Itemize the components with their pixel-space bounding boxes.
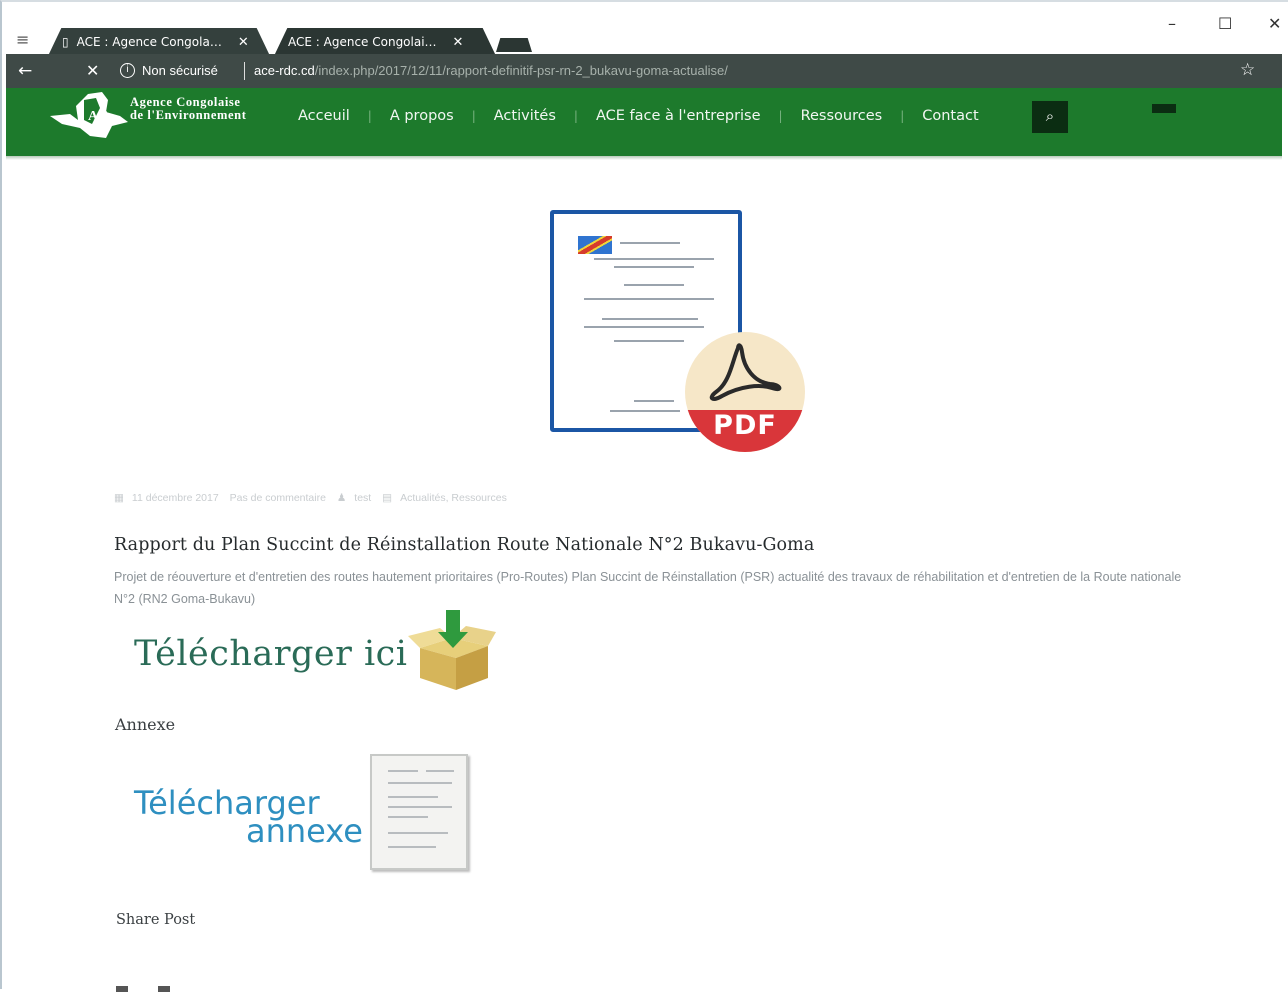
doc-line	[614, 266, 694, 268]
url-domain: ace-rdc.cd	[254, 63, 315, 78]
doc-line	[388, 806, 452, 808]
annexe-download-link-line2[interactable]: annexe	[246, 815, 363, 847]
url-field[interactable]: ace-rdc.cd/index.php/2017/12/11/rapport-…	[254, 63, 728, 78]
doc-line	[634, 400, 674, 402]
doc-line	[610, 410, 680, 412]
doc-line	[388, 770, 418, 772]
post-meta: ▦ 11 décembre 2017 Pas de commentaire ♟ te…	[114, 492, 515, 504]
nav-item-ace-entreprise[interactable]: ACE face à l'entreprise	[596, 108, 761, 124]
info-icon[interactable]: i	[120, 63, 135, 78]
doc-line	[388, 816, 428, 818]
divider	[244, 62, 245, 80]
flag-image	[578, 236, 612, 254]
post-author[interactable]: test	[354, 492, 371, 504]
main-nav: Acceuil | A propos | Activités | ACE fac…	[298, 108, 979, 124]
svg-text:AC: AC	[88, 109, 108, 124]
nav-item-ressources[interactable]: Ressources	[801, 108, 883, 124]
close-window-button[interactable]: ✕	[1268, 14, 1281, 33]
menu-icon[interactable]: ≡	[16, 30, 29, 49]
doc-line	[620, 242, 680, 244]
post-date[interactable]: 11 décembre 2017	[132, 492, 219, 504]
annexe-thumbnail[interactable]	[370, 754, 468, 870]
search-button[interactable]: ⌕	[1032, 101, 1068, 133]
post-categories[interactable]: Actualités, Ressources	[400, 492, 507, 504]
menu-toggle-button[interactable]	[1152, 104, 1176, 113]
header-shadow	[6, 156, 1282, 160]
doc-line	[602, 318, 698, 320]
tab-2-close-icon[interactable]: ✕	[453, 35, 464, 50]
tab-strip: ≡ ▯ ACE : Agence Congola… ✕ ACE : Agence…	[4, 6, 1288, 56]
tab-1[interactable]: ▯ ACE : Agence Congola… ✕	[48, 28, 270, 56]
nav-item-acceuil[interactable]: Acceuil	[298, 108, 350, 124]
back-arrow-icon[interactable]: ←	[18, 61, 32, 81]
doc-line	[388, 782, 452, 784]
nav-item-activites[interactable]: Activités	[494, 108, 556, 124]
logo-line-2: de l'Environnement	[130, 108, 247, 122]
cut-off-heading	[116, 980, 236, 992]
nav-divider: |	[471, 109, 476, 123]
doc-line	[426, 770, 454, 772]
annexe-heading: Annexe	[115, 715, 176, 734]
nav-item-a-propos[interactable]: A propos	[390, 108, 454, 124]
logo-icon[interactable]: AC	[50, 90, 128, 138]
page-icon: ▯	[62, 35, 69, 49]
nav-divider: |	[900, 109, 905, 123]
doc-line	[388, 832, 448, 834]
post-comments[interactable]: Pas de commentaire	[230, 492, 326, 504]
stop-icon[interactable]: ✕	[86, 61, 99, 80]
nav-item-contact[interactable]: Contact	[922, 108, 978, 124]
share-post-label: Share Post	[116, 912, 196, 928]
doc-line	[584, 298, 714, 300]
user-icon: ♟	[336, 492, 347, 504]
doc-line	[584, 326, 704, 328]
nav-divider: |	[367, 109, 372, 123]
post-title: Rapport du Plan Succint de Réinstallatio…	[114, 535, 815, 555]
search-icon: ⌕	[1045, 107, 1055, 125]
download-box-icon[interactable]	[406, 608, 498, 692]
tab-1-label: ACE : Agence Congola…	[76, 35, 222, 49]
calendar-icon: ▦	[114, 492, 124, 504]
tab-2[interactable]: ACE : Agence Congolai… ✕	[274, 28, 496, 56]
site-header: AC Agence Congolaise de l'Environnement …	[6, 88, 1282, 156]
maximize-button[interactable]: ☐	[1218, 14, 1232, 33]
download-link[interactable]: Télécharger ici	[134, 634, 407, 674]
folder-icon: ▤	[382, 492, 393, 504]
pdf-label: PDF	[713, 410, 777, 441]
new-tab-button[interactable]	[496, 38, 532, 52]
doc-line	[388, 846, 436, 848]
minimize-button[interactable]: –	[1168, 14, 1176, 33]
doc-line	[594, 258, 714, 260]
doc-line	[624, 284, 684, 286]
address-bar: ← ✕ i Non sécurisé ace-rdc.cd/index.php/…	[6, 54, 1282, 88]
url-path: /index.php/2017/12/11/rapport-definitif-…	[314, 63, 728, 78]
doc-line	[388, 796, 438, 798]
nav-divider: |	[573, 109, 578, 123]
post-excerpt: Projet de réouverture et d'entretien des…	[114, 570, 1182, 606]
bookmark-star-icon[interactable]: ☆	[1240, 60, 1255, 80]
tab-1-close-icon[interactable]: ✕	[238, 35, 249, 50]
nav-divider: |	[778, 109, 783, 123]
security-label[interactable]: Non sécurisé	[142, 63, 218, 78]
logo-text[interactable]: Agence Congolaise de l'Environnement	[130, 96, 246, 122]
tab-2-label: ACE : Agence Congolai…	[288, 35, 437, 49]
browser-window: ≡ ▯ ACE : Agence Congola… ✕ ACE : Agence…	[0, 0, 1288, 992]
